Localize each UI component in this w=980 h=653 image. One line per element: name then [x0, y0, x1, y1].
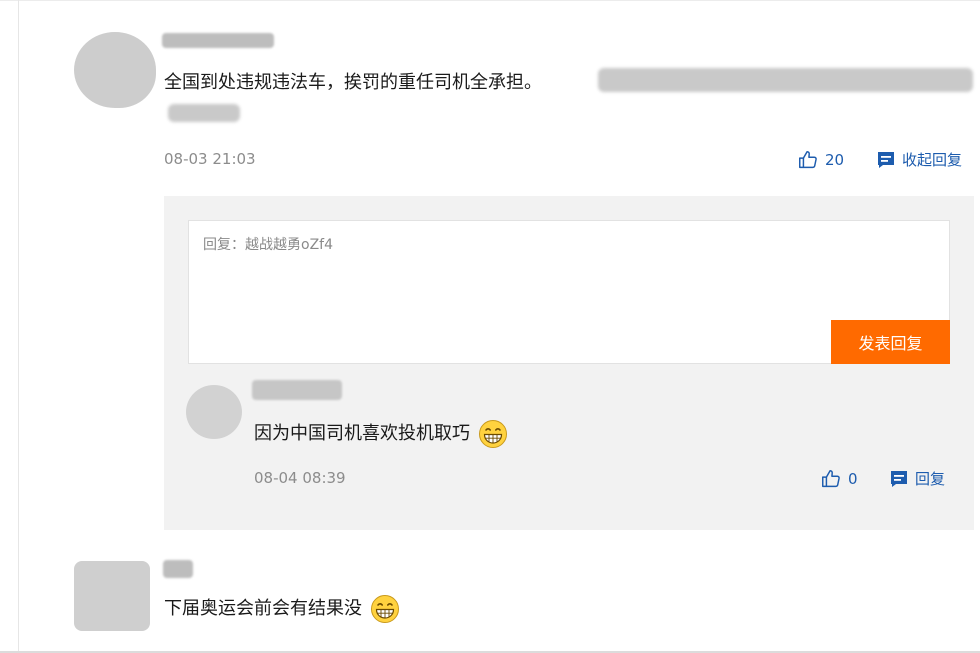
- username-redacted[interactable]: [252, 380, 342, 400]
- comment-text: 全国到处违规违法车，挨罚的重任司机全承担。: [164, 72, 542, 93]
- redacted-text: [168, 104, 240, 122]
- avatar[interactable]: [74, 561, 150, 631]
- submit-reply-button[interactable]: 发表回复: [831, 320, 950, 364]
- reply-timestamp: 08-04 08:39: [254, 469, 346, 487]
- reply-label: 回复: [915, 470, 946, 488]
- left-divider: [18, 0, 19, 653]
- reply-text: 因为中国司机喜欢投机取巧: [254, 419, 508, 449]
- grin-emoji-icon: [478, 420, 507, 448]
- reply-placeholder: 回复：越战越勇oZf4: [203, 237, 333, 253]
- thumb-up-icon: [822, 470, 840, 488]
- grin-emoji-icon: [370, 595, 399, 623]
- top-divider: [0, 0, 980, 1]
- like-count: 20: [825, 151, 845, 169]
- comment-text: 下届奥运会前会有结果没: [164, 594, 400, 624]
- reply-button[interactable]: 回复: [889, 468, 945, 489]
- redacted-text: [598, 68, 973, 92]
- like-button[interactable]: 0: [820, 468, 858, 490]
- avatar[interactable]: [186, 385, 242, 439]
- avatar[interactable]: [74, 32, 156, 108]
- comment-icon: [891, 470, 907, 487]
- comment-icon: [878, 151, 894, 168]
- like-count: 0: [848, 470, 858, 488]
- comment-timestamp: 08-03 21:03: [164, 150, 256, 168]
- username-redacted[interactable]: [162, 33, 274, 48]
- collapse-replies-label: 收起回复: [902, 151, 963, 169]
- like-button[interactable]: 20: [797, 149, 844, 171]
- username-redacted[interactable]: [163, 560, 193, 578]
- thumb-up-icon: [799, 151, 817, 169]
- collapse-replies-button[interactable]: 收起回复: [876, 149, 962, 170]
